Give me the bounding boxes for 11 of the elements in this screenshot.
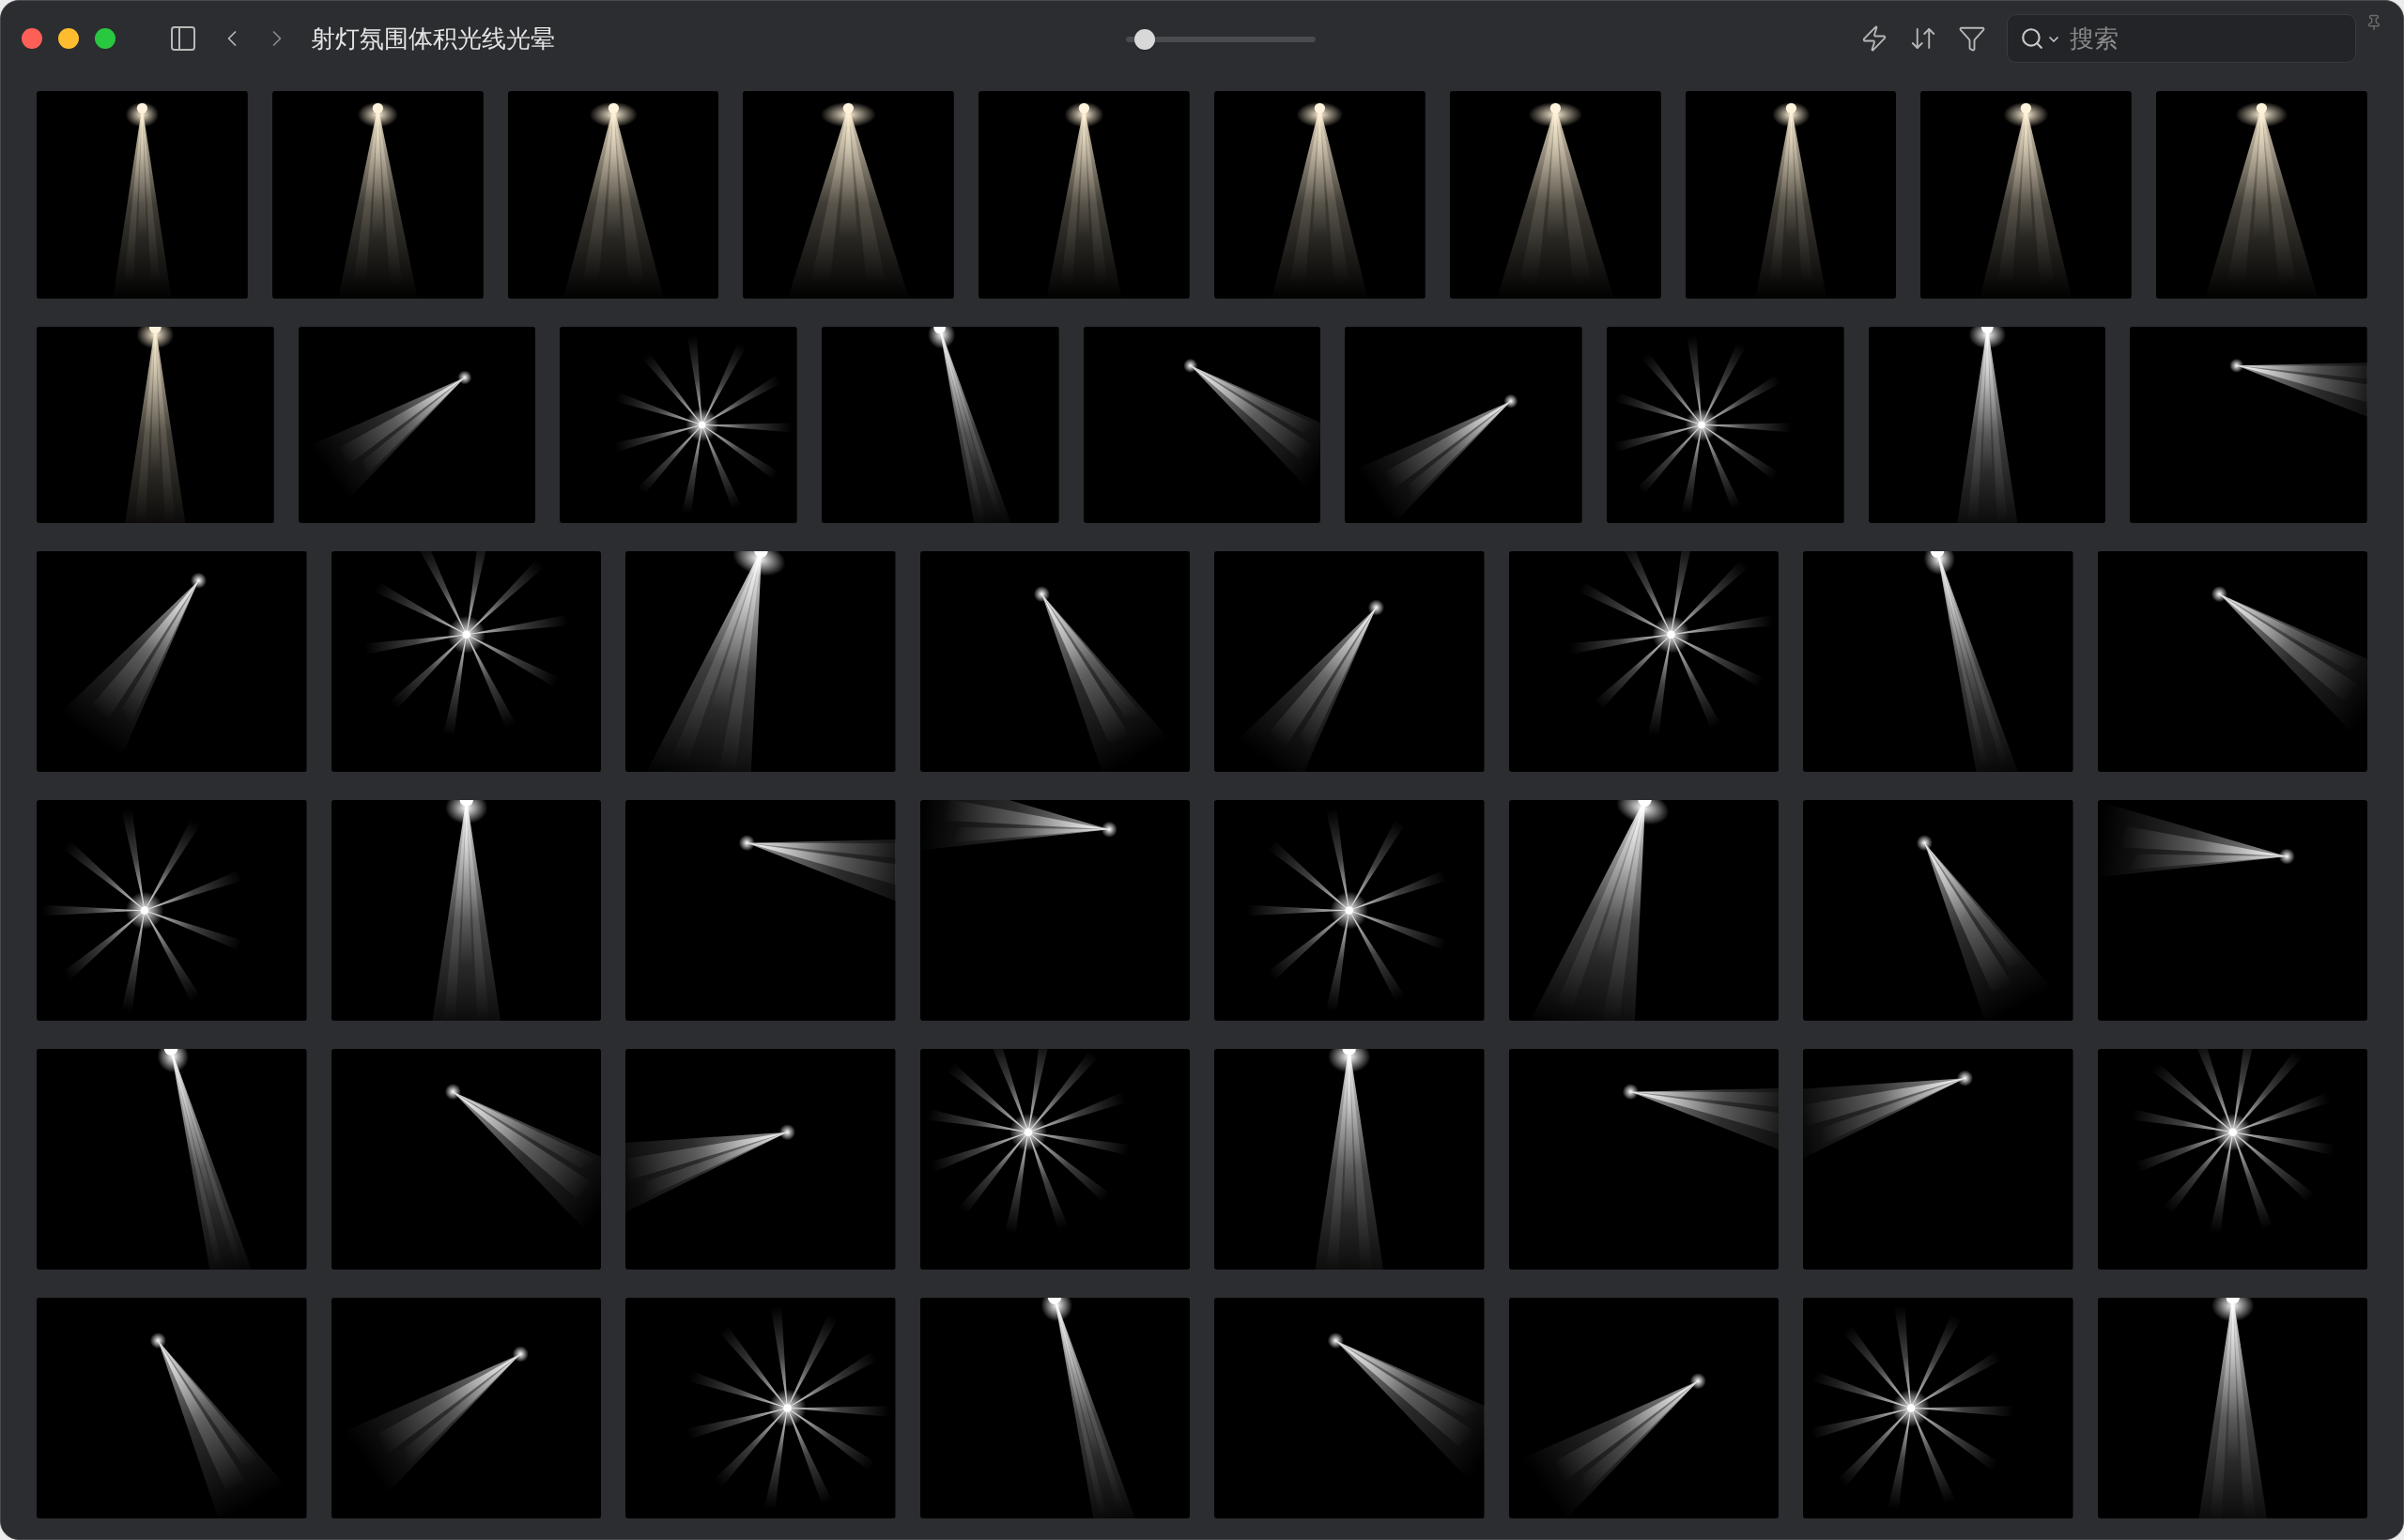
window-title: 射灯氛围体积光线光晕 [311,23,555,54]
lightning-icon[interactable] [1860,24,1888,53]
close-button[interactable] [22,28,42,49]
minimize-button[interactable] [58,28,79,49]
sidebar-icon[interactable] [168,23,198,54]
search-field[interactable]: 搜索 [2007,14,2356,63]
zoom-slider[interactable] [1126,29,1316,50]
filter-icon[interactable] [1958,24,1986,53]
search-icon [2020,26,2044,51]
zoom-button[interactable] [95,28,116,49]
pin-icon[interactable] [2365,14,2382,31]
